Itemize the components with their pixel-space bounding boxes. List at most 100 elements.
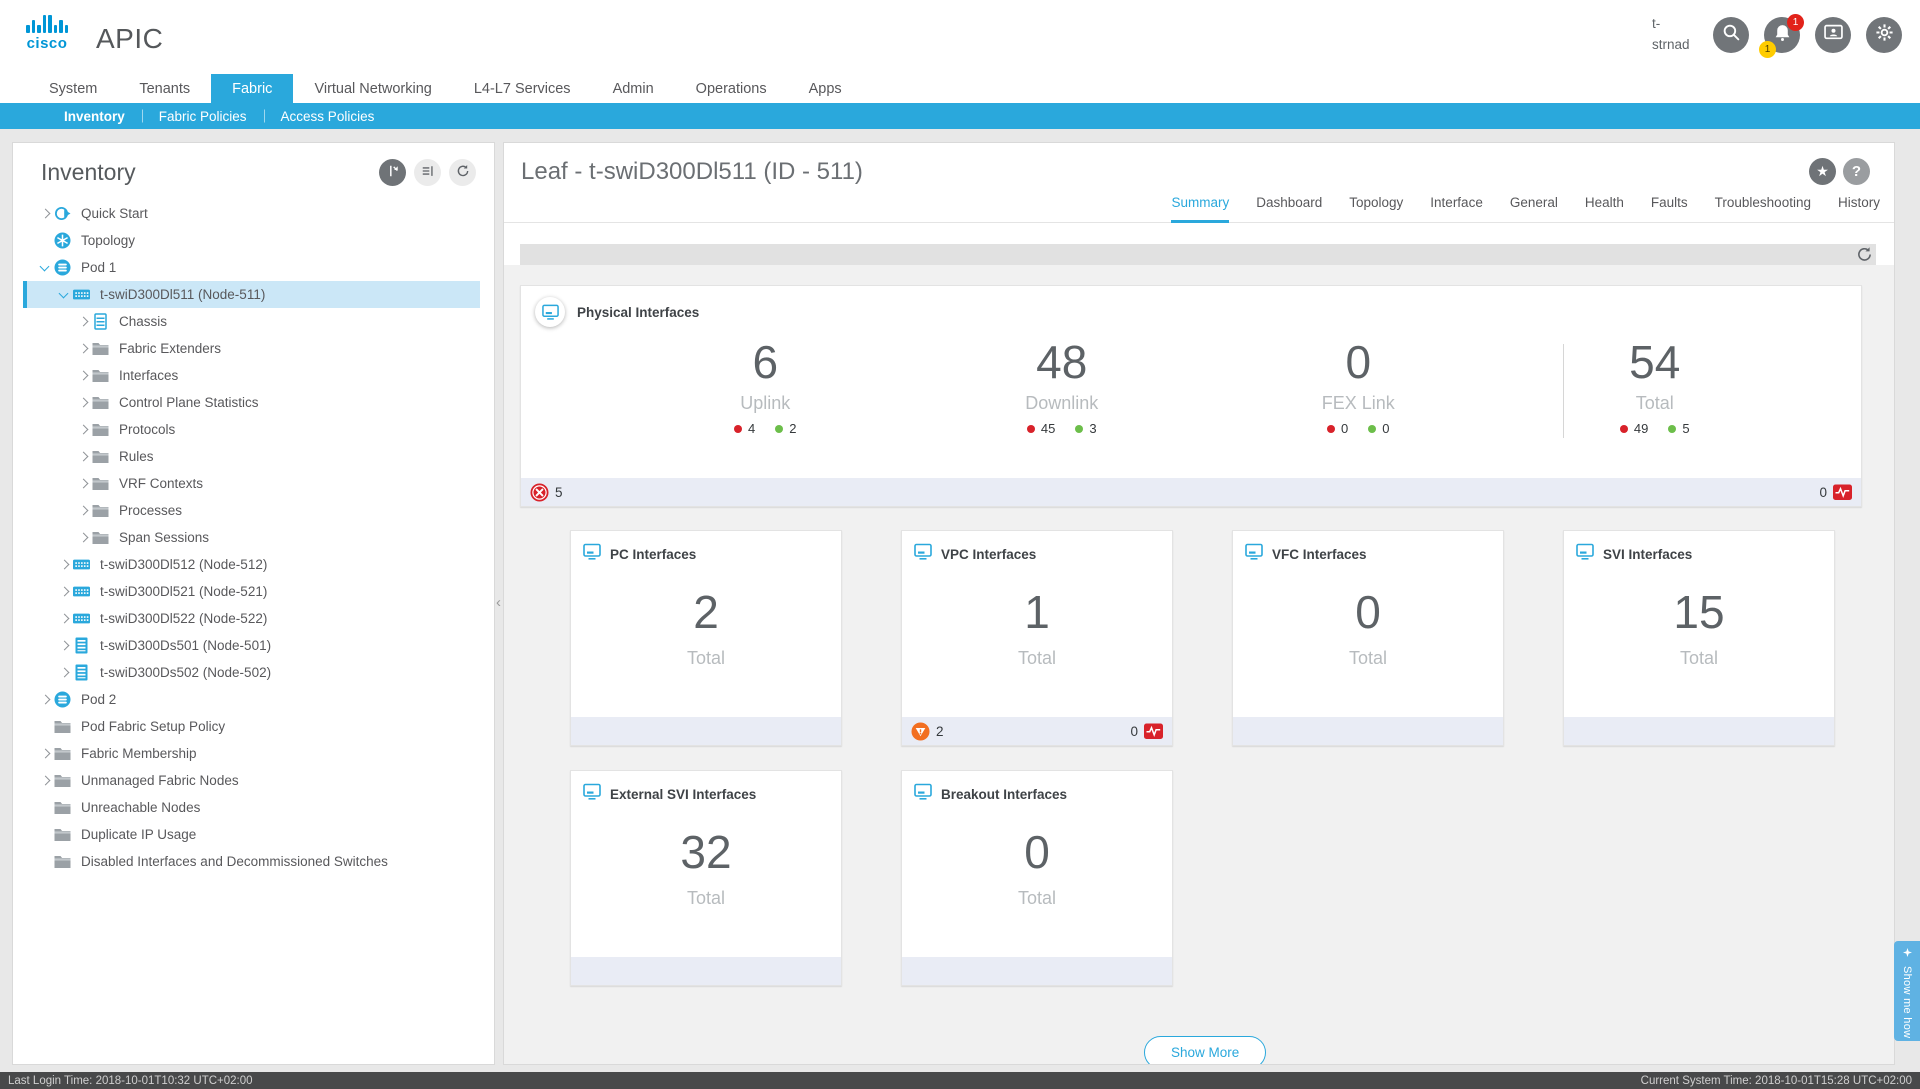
chevron-icon[interactable] bbox=[37, 718, 54, 735]
nav-tab[interactable]: Operations bbox=[675, 74, 788, 103]
tree-item[interactable]: Fabric Extenders bbox=[23, 335, 480, 362]
chevron-icon[interactable] bbox=[75, 529, 92, 546]
detail-tab[interactable]: Faults bbox=[1651, 195, 1688, 223]
tree-item-label: t-swiD300Dl512 (Node-512) bbox=[100, 557, 267, 572]
fault-summary[interactable]: 5 bbox=[530, 483, 569, 502]
notifications-button[interactable]: 1 1 bbox=[1764, 17, 1800, 53]
tree-item[interactable]: Chassis bbox=[23, 308, 480, 335]
chevron-icon[interactable] bbox=[75, 340, 92, 357]
tree-item[interactable]: Span Sessions bbox=[23, 524, 480, 551]
nav-tab[interactable]: Fabric bbox=[211, 74, 293, 103]
fault-summary[interactable]: 2 bbox=[911, 722, 950, 741]
chevron-icon[interactable] bbox=[37, 745, 54, 762]
nav-tab[interactable]: L4-L7 Services bbox=[453, 74, 592, 103]
chevron-icon[interactable] bbox=[75, 502, 92, 519]
username[interactable]: t-strnad bbox=[1652, 14, 1698, 56]
tree-item[interactable]: Control Plane Statistics bbox=[23, 389, 480, 416]
tree-item[interactable]: Pod Fabric Setup Policy bbox=[23, 713, 480, 740]
nav-tab[interactable]: Admin bbox=[592, 74, 675, 103]
tree-item[interactable]: Topology bbox=[23, 227, 480, 254]
stat-value: 48 bbox=[914, 338, 1211, 386]
refresh-tree-button[interactable] bbox=[449, 159, 476, 186]
search-button[interactable] bbox=[1713, 17, 1749, 53]
card-title: Physical Interfaces bbox=[577, 305, 699, 320]
tree-item[interactable]: Rules bbox=[23, 443, 480, 470]
show-more-button[interactable]: Show More bbox=[1144, 1036, 1266, 1064]
chevron-icon[interactable] bbox=[37, 259, 54, 276]
chevron-icon[interactable] bbox=[37, 691, 54, 708]
settings-button[interactable] bbox=[1866, 17, 1902, 53]
filter-button[interactable] bbox=[414, 159, 441, 186]
nav-tab[interactable]: System bbox=[28, 74, 118, 103]
tree-item[interactable]: t-swiD300Ds501 (Node-501) bbox=[23, 632, 480, 659]
chevron-icon[interactable] bbox=[37, 232, 54, 249]
chevron-icon[interactable] bbox=[75, 367, 92, 384]
collapse-tree-button[interactable] bbox=[379, 159, 406, 186]
chevron-icon[interactable] bbox=[75, 421, 92, 438]
tree-item[interactable]: t-swiD300Dl522 (Node-522) bbox=[23, 605, 480, 632]
tree-item[interactable]: Interfaces bbox=[23, 362, 480, 389]
show-me-how-tab[interactable]: Show me how bbox=[1894, 941, 1920, 1041]
interface-card: Breakout Interfaces 0 Total bbox=[901, 770, 1173, 986]
favorite-button[interactable]: ★ bbox=[1809, 158, 1836, 185]
subnav-tab[interactable]: Access Policies bbox=[264, 109, 392, 124]
tree-item[interactable]: t-swiD300Dl521 (Node-521) bbox=[23, 578, 480, 605]
tree-item[interactable]: Pod 1 bbox=[23, 254, 480, 281]
chevron-icon[interactable] bbox=[75, 448, 92, 465]
tree-item[interactable]: Fabric Membership bbox=[23, 740, 480, 767]
tree-item[interactable]: t-swiD300Ds502 (Node-502) bbox=[23, 659, 480, 686]
tree-item-label: Fabric Extenders bbox=[119, 341, 221, 356]
nav-tab[interactable]: Tenants bbox=[118, 74, 211, 103]
chevron-icon[interactable] bbox=[56, 610, 73, 627]
health-trend[interactable]: 0 bbox=[1813, 483, 1852, 502]
chevron-icon[interactable] bbox=[75, 313, 92, 330]
chevron-icon[interactable] bbox=[56, 583, 73, 600]
tree-item[interactable]: Unreachable Nodes bbox=[23, 794, 480, 821]
chevron-icon[interactable] bbox=[75, 394, 92, 411]
chevron-icon[interactable] bbox=[37, 205, 54, 222]
nav-tab[interactable]: Virtual Networking bbox=[293, 74, 452, 103]
chevron-icon[interactable] bbox=[56, 556, 73, 573]
tree-item[interactable]: Duplicate IP Usage bbox=[23, 821, 480, 848]
interfaces-icon bbox=[1576, 543, 1594, 566]
tree-item[interactable]: Disabled Interfaces and Decommissioned S… bbox=[23, 848, 480, 875]
tree-item[interactable]: t-swiD300Dl512 (Node-512) bbox=[23, 551, 480, 578]
chevron-icon[interactable] bbox=[37, 853, 54, 870]
chevron-icon[interactable] bbox=[56, 286, 73, 303]
nav-tab[interactable]: Apps bbox=[788, 74, 863, 103]
chevron-icon[interactable] bbox=[56, 637, 73, 654]
detail-tab[interactable]: History bbox=[1838, 195, 1880, 223]
chevron-icon[interactable] bbox=[75, 475, 92, 492]
detail-tab[interactable]: Dashboard bbox=[1256, 195, 1322, 223]
detail-tab[interactable]: Troubleshooting bbox=[1715, 195, 1811, 223]
tree-item-label: Protocols bbox=[119, 422, 175, 437]
card-value: 32 bbox=[571, 828, 841, 876]
detail-tab[interactable]: Interface bbox=[1430, 195, 1483, 223]
chevron-icon[interactable] bbox=[37, 826, 54, 843]
tree-item[interactable]: Protocols bbox=[23, 416, 480, 443]
down-count: 49 bbox=[1634, 421, 1648, 436]
panel-collapse-handle[interactable]: ‹ bbox=[496, 594, 501, 612]
tree-item[interactable]: Processes bbox=[23, 497, 480, 524]
top-header: cisco APIC t-strnad 1 1 SystemTenantsFab… bbox=[0, 0, 1920, 103]
detail-tab[interactable]: General bbox=[1510, 195, 1558, 223]
subnav-tab[interactable]: Fabric Policies bbox=[142, 109, 264, 124]
health-trend[interactable]: 0 bbox=[1124, 722, 1163, 741]
cisco-logo-bars bbox=[26, 15, 68, 33]
chevron-icon[interactable] bbox=[37, 772, 54, 789]
subnav-tab[interactable]: Inventory bbox=[47, 109, 142, 124]
chevron-icon[interactable] bbox=[37, 799, 54, 816]
detail-tab[interactable]: Health bbox=[1585, 195, 1624, 223]
tree-item[interactable]: t-swiD300Dl511 (Node-511) bbox=[23, 281, 480, 308]
refresh-button[interactable] bbox=[1856, 246, 1873, 263]
chevron-icon[interactable] bbox=[56, 664, 73, 681]
help-button[interactable]: ? bbox=[1843, 158, 1870, 185]
detail-tab[interactable]: Topology bbox=[1349, 195, 1403, 223]
tree-item[interactable]: VRF Contexts bbox=[23, 470, 480, 497]
detail-tab[interactable]: Summary bbox=[1171, 195, 1229, 223]
tree-item[interactable]: Unmanaged Fabric Nodes bbox=[23, 767, 480, 794]
sessions-button[interactable] bbox=[1815, 17, 1851, 53]
tree-item[interactable]: Pod 2 bbox=[23, 686, 480, 713]
tree-item[interactable]: Quick Start bbox=[23, 200, 480, 227]
sparkle-icon bbox=[1903, 948, 1912, 966]
